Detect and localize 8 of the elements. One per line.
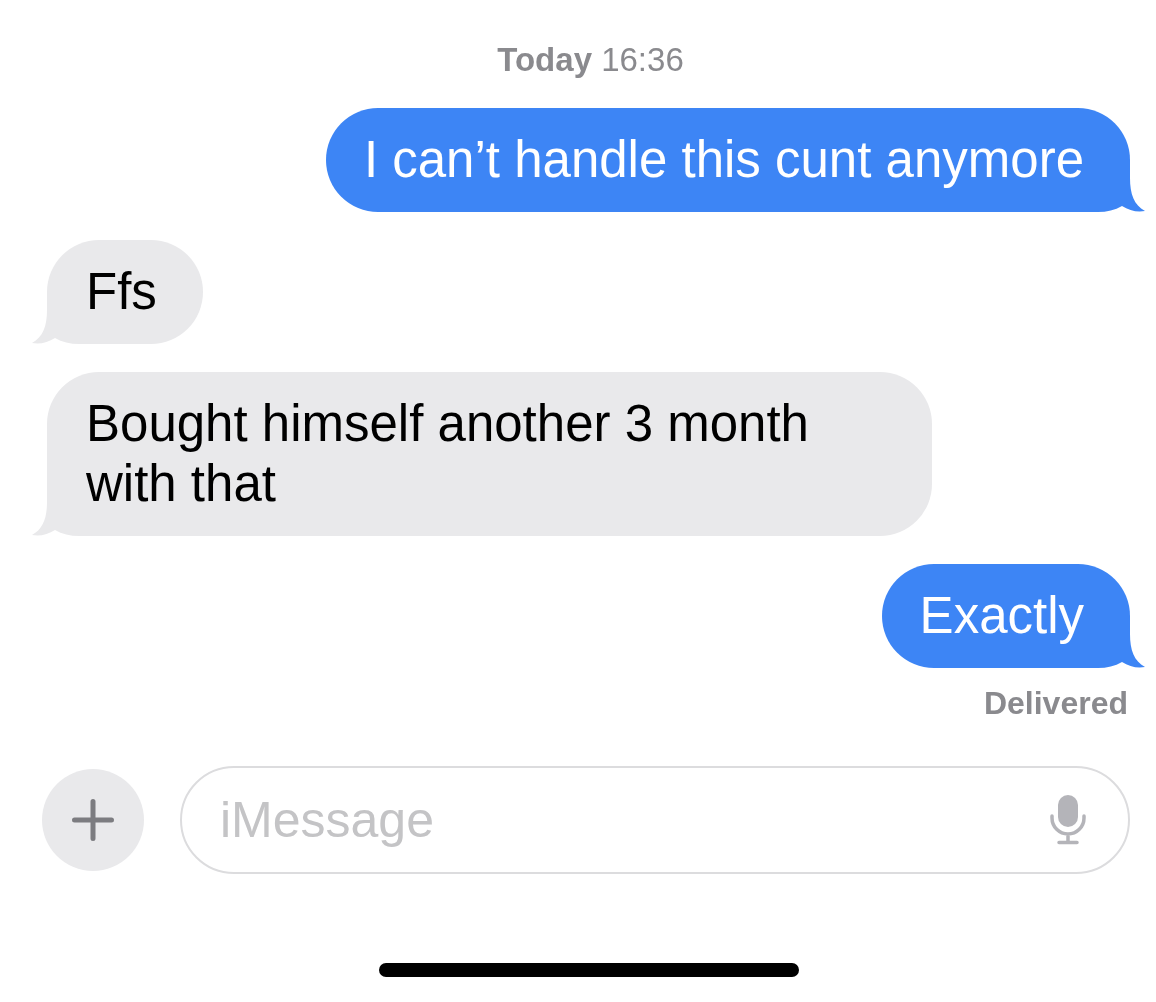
message-bubble: Ffs (32, 240, 203, 344)
plus-icon (72, 799, 114, 841)
delivery-status: Delivered (983, 686, 1128, 720)
message-input-field[interactable]: iMessage (180, 766, 1130, 874)
message-bubble: Bought himself another 3 month with that (32, 372, 932, 536)
message-bubble: Exactly (881, 564, 1145, 668)
message-bubble: I can’t handle this cunt anymore (325, 108, 1145, 212)
timestamp: Today 16:36 (497, 40, 684, 80)
